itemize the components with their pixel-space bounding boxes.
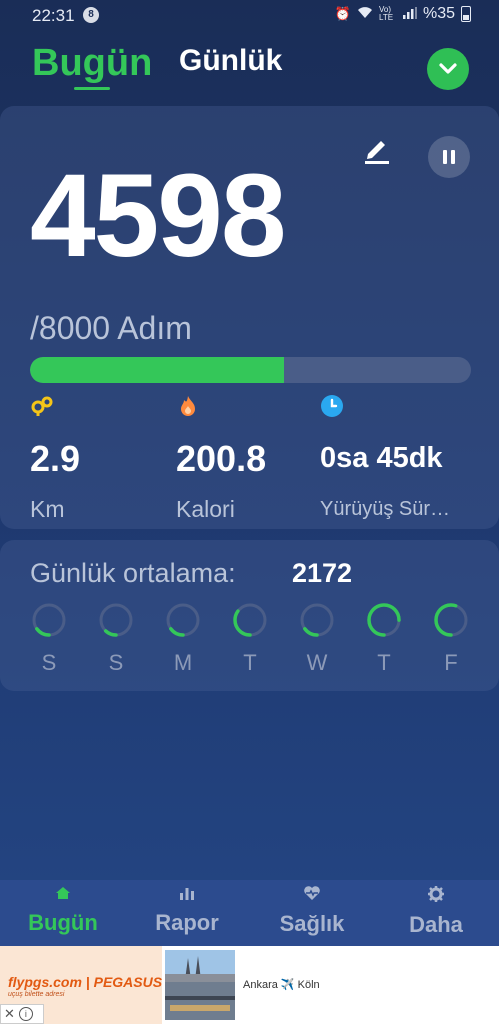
distance-icon <box>31 396 53 416</box>
tab-today-indicator <box>74 87 110 90</box>
header: Bugün Günlük <box>32 40 471 90</box>
gear-icon <box>428 886 444 902</box>
dropdown-button[interactable] <box>427 48 469 90</box>
day-ring: M <box>165 602 201 676</box>
day-ring: T <box>232 602 268 676</box>
nav-health-label: Sağlık <box>279 911 345 936</box>
ad-brand: flypgs.com | PEGASUS <box>8 974 163 990</box>
chevron-down-icon <box>439 63 457 74</box>
battery-icon <box>461 6 471 22</box>
ad-close-button[interactable]: ✕ i <box>0 1004 44 1024</box>
status-bar: 22:31 8 ⏰ Vo) LTE %35 <box>0 0 499 30</box>
calorie-value: 200.8 <box>176 438 267 479</box>
day-ring: W <box>299 602 335 676</box>
nav-health[interactable]: Sağlık <box>262 886 362 937</box>
ad-city-image <box>165 950 235 1020</box>
duration-label: Yürüyüş Sür… <box>320 498 451 520</box>
day-label: S <box>41 650 57 675</box>
steps-card: 4598 /8000 Adım 2.9 Km 200.8 Kalori 0sa … <box>0 106 499 529</box>
notification-badge: 8 <box>83 7 99 23</box>
step-progress-fill <box>30 357 284 383</box>
step-progress-bar <box>30 357 471 383</box>
duration-stat: 0sa 45dk Yürüyüş Sür… <box>320 394 450 520</box>
bottom-nav: Bugün Rapor Sağlık Daha <box>0 880 499 946</box>
calorie-stat: 200.8 Kalori <box>176 394 266 522</box>
average-label: Günlük ortalama: <box>30 558 236 588</box>
nav-more[interactable]: Daha <box>386 886 486 938</box>
nav-today[interactable]: Bugün <box>13 886 113 936</box>
edit-icon[interactable] <box>364 134 390 164</box>
calorie-label: Kalori <box>176 496 235 522</box>
status-time: 22:31 <box>32 6 75 25</box>
flame-icon <box>181 396 195 416</box>
day-ring: S <box>98 602 134 676</box>
nav-today-label: Bugün <box>28 910 98 935</box>
wifi-icon <box>357 6 373 22</box>
signal-icon <box>402 6 417 22</box>
nav-report-label: Rapor <box>155 910 219 935</box>
step-goal: /8000 Adım <box>30 310 192 346</box>
battery-percent: %35 <box>422 5 455 22</box>
close-icon[interactable]: ✕ <box>4 1006 15 1022</box>
pause-icon <box>443 150 447 164</box>
day-label: M <box>173 650 193 675</box>
pause-button[interactable] <box>428 136 470 178</box>
distance-label: Km <box>30 496 65 522</box>
nav-report[interactable]: Rapor <box>137 886 237 936</box>
day-label: T <box>377 650 391 675</box>
average-value: 2172 <box>292 558 353 588</box>
tab-today[interactable]: Bugün <box>32 42 152 85</box>
day-ring: S <box>31 602 67 676</box>
bar-chart-icon <box>180 888 194 900</box>
distance-stat: 2.9 Km <box>30 394 80 522</box>
network-label: Vo) LTE <box>378 5 394 22</box>
info-icon[interactable]: i <box>18 1007 33 1021</box>
day-ring: T <box>366 602 402 676</box>
home-icon <box>56 887 70 899</box>
ad-route-text: Ankara ✈️ Köln <box>243 979 320 991</box>
day-label: F <box>444 650 458 675</box>
distance-value: 2.9 <box>30 438 81 479</box>
nav-more-label: Daha <box>409 912 463 937</box>
duration-value: 0sa 45dk <box>320 442 443 474</box>
heart-pulse-icon <box>304 886 320 900</box>
step-count: 4598 <box>30 150 287 282</box>
daily-average-card[interactable]: Günlük ortalama: 2172 S S M T W T F <box>0 540 499 691</box>
ad-brand-tagline: uçuş bilette adresi <box>8 991 65 998</box>
day-label: T <box>243 650 257 675</box>
day-label: W <box>306 650 328 675</box>
ad-banner[interactable]: flypgs.com | PEGASUS uçuş bilette adresi… <box>0 946 499 1024</box>
day-label: S <box>108 650 124 675</box>
day-ring: F <box>433 602 469 676</box>
alarm-icon: ⏰ <box>334 6 351 21</box>
clock-icon <box>321 395 343 417</box>
tab-daily[interactable]: Günlük <box>179 44 282 78</box>
